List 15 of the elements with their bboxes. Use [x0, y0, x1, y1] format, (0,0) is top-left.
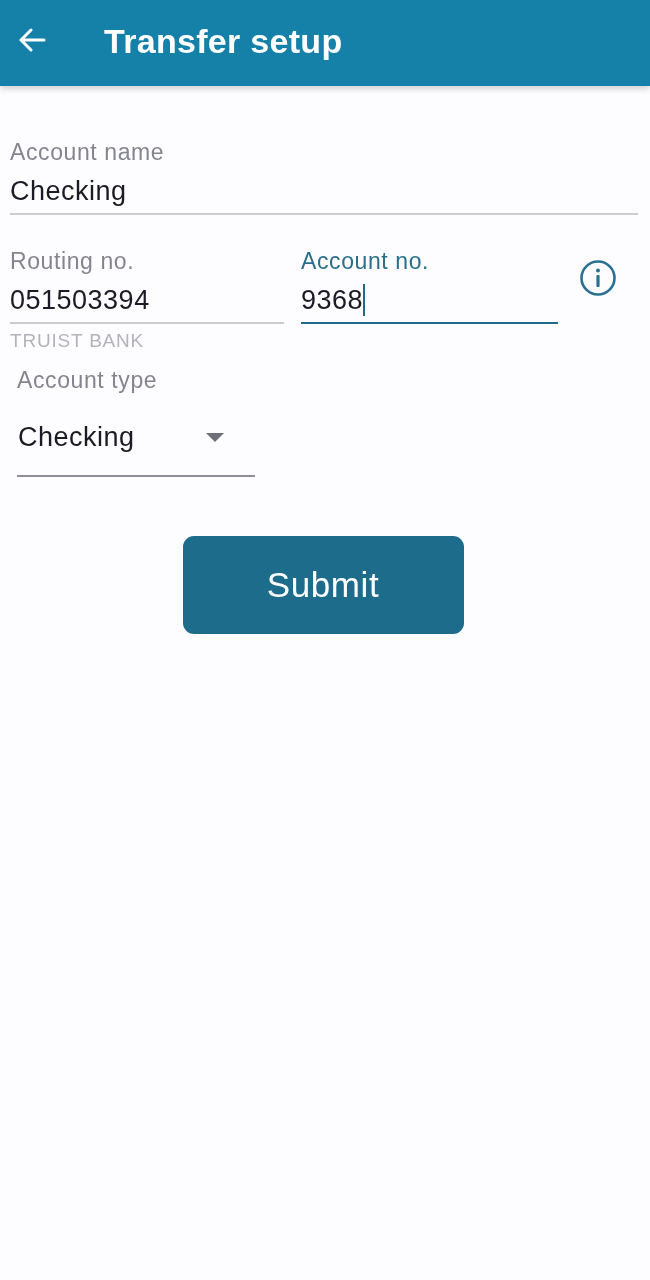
text-field[interactable]: Checking: [10, 175, 638, 215]
account-type-dropdown[interactable]: Checking: [17, 421, 255, 477]
screen-title: Transfer setup: [104, 21, 343, 61]
info-icon: [580, 260, 616, 296]
field-label: Routing no.: [10, 248, 136, 274]
field-label: Account type: [17, 367, 159, 393]
field-label: Account no.: [301, 248, 431, 274]
back-arrow-icon: [18, 28, 46, 52]
caret-icon: [206, 432, 224, 442]
text-field[interactable]: 051503394: [10, 284, 284, 324]
field-label: Account name: [10, 139, 166, 165]
submit-button[interactable]: Submit: [182, 536, 464, 634]
info-button[interactable]: [580, 260, 616, 296]
bank-name-helper: TRUIST BANK: [10, 330, 145, 352]
text-field[interactable]: 9368: [301, 284, 558, 324]
